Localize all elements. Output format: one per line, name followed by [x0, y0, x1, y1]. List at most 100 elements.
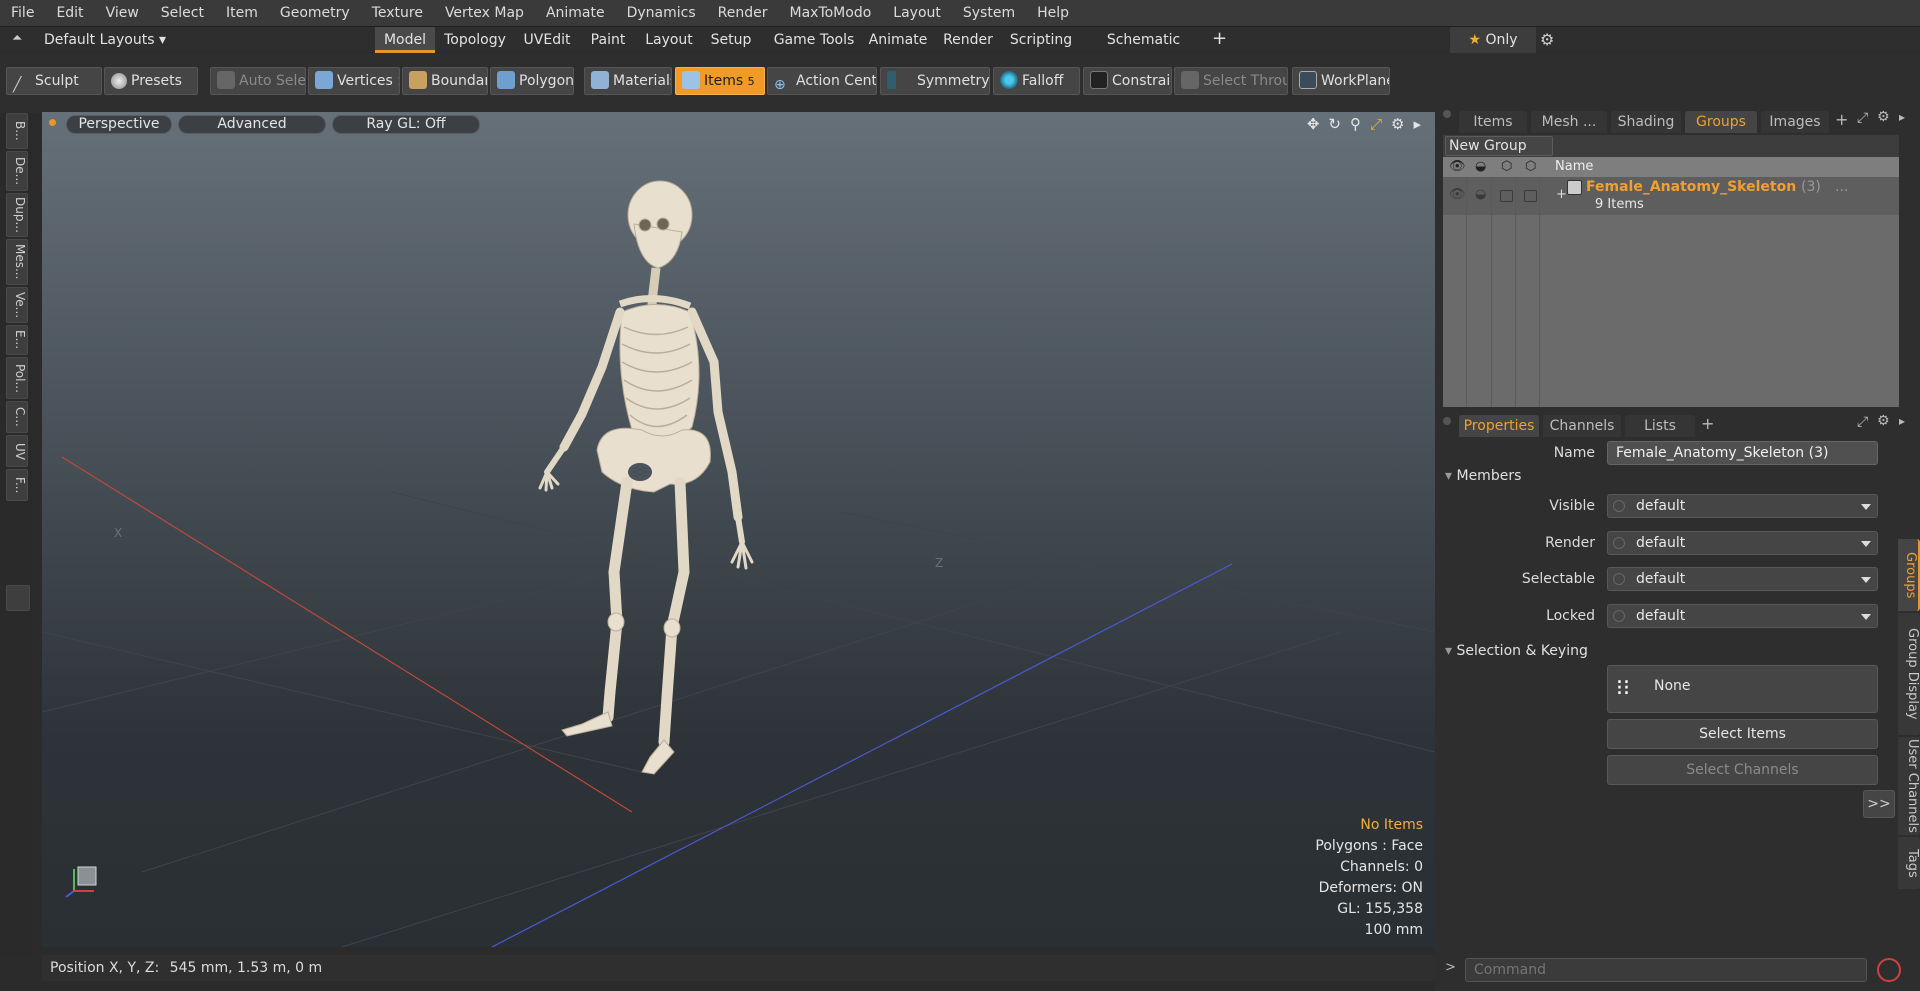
tab-layout[interactable]: Layout	[638, 27, 700, 53]
members-section[interactable]: Members	[1445, 468, 1521, 484]
auto-select-button[interactable]: Auto Select	[210, 67, 306, 95]
tab-schematic-fusion[interactable]: Schematic Fusion	[1086, 27, 1201, 74]
layout-selector[interactable]: Default Layouts ▾	[44, 27, 166, 53]
presets-button[interactable]: Presets	[104, 67, 198, 95]
add-tab-icon[interactable]: +	[1212, 28, 1227, 49]
expand-properties-icon[interactable]: ⤢	[1857, 414, 1868, 430]
materials-button[interactable]: Materials	[584, 67, 672, 95]
visible-dropdown[interactable]: default	[1607, 494, 1878, 518]
tab-groups[interactable]: Groups	[1685, 111, 1757, 133]
panel-menu-icon[interactable]: ▸	[1899, 110, 1905, 124]
tab-scripting[interactable]: Scripting	[1004, 27, 1078, 53]
side-tab-group-display[interactable]: Group Display	[1898, 613, 1920, 735]
group-select-checkbox[interactable]	[1500, 190, 1513, 202]
boundary-button[interactable]: Boundary	[402, 67, 488, 95]
3d-viewport[interactable]: Perspective Advanced Ray GL: Off ✥ ↻ ⚲ ⤢…	[42, 112, 1435, 947]
left-tab-basic[interactable]: B...	[6, 113, 28, 149]
menu-render[interactable]: Render	[707, 5, 779, 21]
tab-model[interactable]: Model	[375, 27, 435, 53]
vertices-button[interactable]: Vertices 1	[308, 67, 400, 95]
add-panel-tab-icon[interactable]: +	[1835, 110, 1848, 129]
menu-vertex-map[interactable]: Vertex Map	[434, 5, 535, 21]
menu-select[interactable]: Select	[150, 5, 215, 21]
properties-gear-icon[interactable]: ⚙	[1877, 413, 1890, 429]
name-input[interactable]: Female_Anatomy_Skeleton (3)	[1607, 441, 1878, 465]
left-tab-duplicate[interactable]: Dup...	[6, 193, 28, 237]
record-icon[interactable]	[1877, 958, 1901, 982]
tab-images[interactable]: Images	[1761, 111, 1829, 133]
keying-none-button[interactable]: ⁝⁝ None	[1607, 665, 1878, 713]
tab-setup[interactable]: Setup	[706, 27, 756, 53]
select-items-button[interactable]: Select Items	[1607, 719, 1878, 749]
left-tab-polygon[interactable]: Pol...	[6, 357, 28, 399]
expand-icon[interactable]: +	[1556, 187, 1567, 202]
select-through-label: Select Through	[1203, 73, 1287, 89]
left-tab-curve[interactable]: C...	[6, 401, 28, 433]
items-button[interactable]: Items 5	[675, 67, 765, 95]
tab-topology[interactable]: Topology	[441, 27, 509, 53]
tab-properties[interactable]: Properties	[1459, 415, 1539, 437]
constraints-button[interactable]: Constrai...	[1083, 67, 1172, 95]
tab-animate[interactable]: Animate	[864, 27, 932, 53]
tab-render[interactable]: Render	[940, 27, 996, 53]
menu-view[interactable]: View	[95, 5, 150, 21]
tab-lists[interactable]: Lists	[1625, 415, 1695, 437]
menu-animate[interactable]: Animate	[535, 5, 616, 21]
only-toggle[interactable]: ★ Only	[1450, 27, 1536, 53]
new-group-button[interactable]: New Group	[1445, 136, 1553, 156]
menu-item[interactable]: Item	[215, 5, 269, 21]
command-input[interactable]	[1465, 958, 1867, 982]
left-tab-fusion[interactable]: F...	[6, 469, 28, 501]
tab-mesh[interactable]: Mesh ...	[1531, 111, 1607, 133]
side-tab-tags[interactable]: Tags	[1898, 837, 1920, 889]
falloff-button[interactable]: Falloff	[993, 67, 1080, 95]
menu-edit[interactable]: Edit	[45, 5, 94, 21]
menu-file[interactable]: File	[0, 5, 45, 21]
left-tab-vertex[interactable]: Ve...	[6, 287, 28, 323]
gear-icon[interactable]: ⚙	[1540, 30, 1554, 49]
menu-maxtomodo[interactable]: MaxToModo	[779, 5, 883, 21]
locked-dropdown[interactable]: default	[1607, 604, 1878, 628]
menu-texture[interactable]: Texture	[361, 5, 434, 21]
polygons-button[interactable]: Polygons	[490, 67, 574, 95]
side-tab-user-channels[interactable]: User Channels	[1898, 737, 1920, 835]
selectable-dropdown[interactable]: default	[1607, 567, 1878, 591]
menu-dynamics[interactable]: Dynamics	[616, 5, 707, 21]
sculpt-button[interactable]: ╱ Sculpt	[6, 67, 102, 95]
render-dropdown[interactable]: default	[1607, 531, 1878, 555]
menu-system[interactable]: System	[952, 5, 1026, 21]
action-center-button[interactable]: ⊕ Action Center	[767, 67, 877, 95]
menu-help[interactable]: Help	[1026, 5, 1080, 21]
workplane-button[interactable]: WorkPlane	[1292, 67, 1390, 95]
select-channels-button[interactable]: Select Channels	[1607, 755, 1878, 785]
group-row[interactable]: 👁 ◒ + Female_Anatomy_Skeleton (3) ... 9 …	[1443, 177, 1899, 215]
symmetry-button[interactable]: Symmetry	[880, 67, 990, 95]
menu-geometry[interactable]: Geometry	[269, 5, 361, 21]
selection-keying-section[interactable]: Selection & Keying	[1445, 643, 1587, 659]
group-lock-checkbox[interactable]	[1524, 190, 1537, 202]
left-tab-edge[interactable]: E...	[6, 325, 28, 355]
skeleton-model[interactable]	[538, 180, 754, 775]
group-visibility-icon[interactable]: 👁	[1449, 187, 1466, 202]
left-tab-mesh-edit[interactable]: Mes...	[6, 239, 28, 285]
tab-items[interactable]: Items	[1459, 111, 1527, 133]
left-tab-uv[interactable]: UV	[6, 435, 28, 467]
menu-layout[interactable]: Layout	[882, 5, 952, 21]
expand-panel-icon[interactable]: ⤢	[1857, 110, 1868, 126]
panel-gear-icon[interactable]: ⚙	[1877, 109, 1890, 125]
left-tab-deform[interactable]: De...	[6, 151, 28, 191]
selectable-label: Selectable	[1521, 571, 1595, 587]
properties-menu-icon[interactable]: ▸	[1899, 414, 1905, 428]
add-properties-tab-icon[interactable]: +	[1701, 414, 1714, 433]
more-button[interactable]: >>	[1863, 790, 1895, 818]
tab-shading[interactable]: Shading	[1611, 111, 1681, 133]
tab-uvedit[interactable]: UVEdit	[515, 27, 579, 53]
select-through-button[interactable]: Select Through	[1174, 67, 1288, 95]
tab-paint[interactable]: Paint	[585, 27, 631, 53]
left-tab-expand[interactable]	[6, 585, 30, 611]
side-tab-groups[interactable]: Groups	[1898, 539, 1920, 611]
collapse-icon[interactable]: ⏶	[12, 31, 22, 46]
group-render-icon[interactable]: ◒	[1475, 187, 1486, 202]
tab-channels[interactable]: Channels	[1543, 415, 1621, 437]
tab-game-tools[interactable]: Game Tools	[772, 27, 856, 53]
